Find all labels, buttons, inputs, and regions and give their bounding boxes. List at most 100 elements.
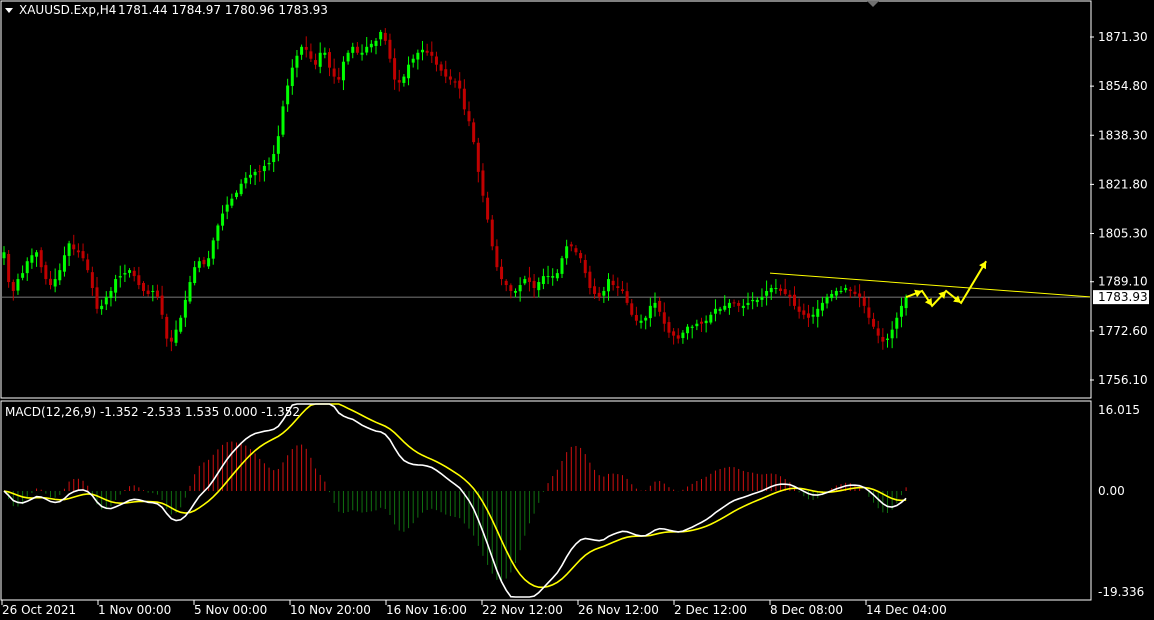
candle-body <box>751 299 755 302</box>
candle-body <box>104 296 108 305</box>
candle-body <box>834 290 838 296</box>
candle-body <box>611 280 615 286</box>
candle-body <box>774 287 778 289</box>
time-axis-label: 16 Nov 16:00 <box>386 603 467 617</box>
price-axis-label: 1871.30 <box>1098 30 1148 44</box>
candle-body <box>904 297 908 309</box>
candle-body <box>500 266 504 280</box>
candle-body <box>230 198 234 206</box>
candle-body <box>644 317 648 321</box>
candle-body <box>434 56 438 65</box>
candle-body <box>253 171 257 176</box>
price-axis-label: 1854.80 <box>1098 79 1148 93</box>
candle-body <box>616 286 620 288</box>
candle-body <box>444 69 448 77</box>
candle-body <box>881 337 885 342</box>
candle-body <box>16 279 20 291</box>
candle-body <box>760 296 764 300</box>
candle-body <box>551 276 555 278</box>
candle-body <box>769 287 773 293</box>
candle-body <box>583 260 587 274</box>
candle-body <box>304 46 308 50</box>
candle-body <box>802 310 806 315</box>
candle-body <box>118 276 122 278</box>
candle-body <box>639 320 643 323</box>
candle-body <box>244 177 248 184</box>
candle-body <box>509 285 513 291</box>
candle-body <box>100 305 104 310</box>
candle-body <box>90 272 94 288</box>
time-axis-label: 22 Nov 12:00 <box>482 603 563 617</box>
candle-body <box>81 251 85 259</box>
candle-body <box>365 46 369 53</box>
candle-body <box>588 271 592 288</box>
candle-body <box>416 52 420 60</box>
candle-body <box>393 58 397 80</box>
candle-body <box>816 308 820 317</box>
candle-body <box>848 289 852 291</box>
candle-body <box>876 328 880 336</box>
time-axis-label: 2 Dec 12:00 <box>674 603 747 617</box>
candle-body <box>723 305 727 310</box>
time-axis-label: 8 Dec 08:00 <box>770 603 843 617</box>
candle-body <box>718 308 722 312</box>
candle-body <box>388 39 392 59</box>
candle-body <box>890 329 894 339</box>
candle-body <box>276 136 280 154</box>
candle-body <box>132 270 136 277</box>
candle-body <box>853 291 857 294</box>
candle-body <box>602 290 606 296</box>
candle-body <box>197 261 201 268</box>
candle-body <box>58 270 62 281</box>
price-axis-label: 1772.60 <box>1098 324 1148 338</box>
candle-body <box>820 302 824 311</box>
candle-body <box>899 305 903 317</box>
candle-body <box>221 213 225 226</box>
candle-body <box>741 305 745 308</box>
candle-body <box>67 243 71 256</box>
candle-body <box>351 46 355 53</box>
price-axis-label: 1805.30 <box>1098 227 1148 241</box>
symbol-label: XAUUSD.Exp,H4 <box>19 3 116 17</box>
candle-body <box>262 165 266 172</box>
time-axis-label: 10 Nov 20:00 <box>290 603 371 617</box>
candle-body <box>174 329 178 343</box>
candle-body <box>811 314 815 317</box>
candle-body <box>202 259 206 265</box>
candle-body <box>746 302 750 305</box>
candle-body <box>407 64 411 79</box>
candle-body <box>146 290 150 294</box>
candle-body <box>421 49 424 53</box>
candle-body <box>727 302 731 308</box>
macd-axis-label: -19.336 <box>1098 585 1144 599</box>
candle-body <box>648 305 652 319</box>
candle-body <box>165 316 169 339</box>
candle-body <box>25 261 29 274</box>
candle-body <box>239 183 243 195</box>
candle-body <box>453 81 457 83</box>
candle-body <box>690 326 694 328</box>
candle-body <box>667 322 671 333</box>
candle-body <box>95 287 99 309</box>
candle-body <box>160 295 164 315</box>
time-axis-label: 26 Oct 2021 <box>2 603 76 617</box>
candle-body <box>379 31 383 40</box>
candle-body <box>318 52 322 67</box>
candle-body <box>579 253 583 259</box>
candle-body <box>560 258 564 274</box>
candle-body <box>300 46 304 55</box>
candle-body <box>114 279 118 293</box>
candle-body <box>755 299 759 303</box>
candle-body <box>653 302 657 308</box>
candle-body <box>425 50 429 53</box>
candle-body <box>597 292 601 297</box>
candle-body <box>72 244 76 250</box>
candle-body <box>658 300 662 312</box>
price-axis-label: 1756.10 <box>1098 373 1148 387</box>
candle-body <box>625 291 629 303</box>
candle-body <box>314 60 318 65</box>
candle-body <box>737 303 741 306</box>
candle-body <box>593 286 597 294</box>
macd-axis-label: 0.00 <box>1098 484 1125 498</box>
candle-body <box>188 282 192 302</box>
